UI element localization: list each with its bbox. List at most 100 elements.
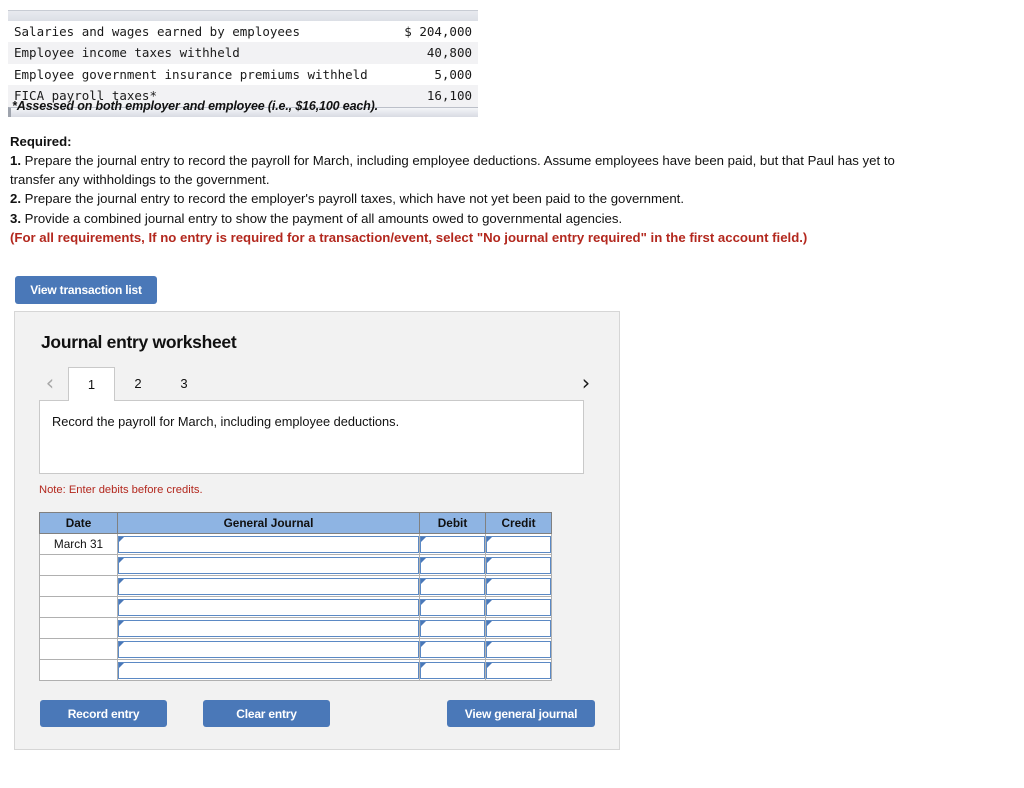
summary-row-value: 5,000: [393, 63, 478, 86]
column-header-general-journal: General Journal: [117, 512, 420, 534]
journal-credit-field-cell: [485, 554, 552, 576]
journal-account-field-cell: [117, 575, 420, 597]
journal-credit-field-cell: [485, 638, 552, 660]
requirement-2-text: Prepare the journal entry to record the …: [21, 191, 685, 207]
requirement-3-number: 3.: [10, 210, 21, 226]
journal-account-field[interactable]: [118, 577, 419, 595]
journal-debit-field-cell: [419, 554, 486, 576]
journal-account-field-cell: [117, 659, 420, 681]
requirements-red-note: (For all requirements, If no entry is re…: [10, 230, 808, 245]
column-header-credit: Credit: [485, 512, 552, 534]
journal-debit-field[interactable]: [420, 661, 485, 679]
journal-account-field-cell: [117, 617, 420, 639]
journal-debit-field-cell: [419, 533, 486, 555]
debits-before-credits-note: Note: Enter debits before credits.: [39, 484, 203, 496]
journal-table-row: [39, 617, 552, 639]
summary-row-label: Salaries and wages earned by employees: [8, 21, 394, 43]
journal-entry-worksheet-panel: Journal entry worksheet ‹ 1 2 3 › Record…: [14, 311, 620, 750]
requirements-block: Required: 1. Prepare the journal entry t…: [10, 132, 910, 228]
journal-account-field[interactable]: [118, 535, 419, 553]
journal-debit-field-cell: [419, 575, 486, 597]
journal-table-row: [39, 638, 552, 660]
requirement-1-number: 1.: [10, 153, 21, 169]
journal-account-field-cell: [117, 554, 420, 576]
journal-credit-field[interactable]: [486, 535, 551, 553]
journal-date-cell[interactable]: [39, 596, 118, 618]
journal-debit-field-cell: [419, 638, 486, 660]
summary-row-label: Employee income taxes withheld: [8, 42, 394, 64]
journal-table-row: [39, 596, 552, 618]
journal-table-row: [39, 554, 552, 576]
journal-account-field[interactable]: [118, 598, 419, 616]
journal-credit-field-cell: [485, 659, 552, 681]
summary-row: Employee income taxes withheld 40,800: [8, 42, 478, 64]
journal-credit-field[interactable]: [486, 577, 551, 595]
journal-date-cell[interactable]: [39, 638, 118, 660]
required-heading: Required:: [10, 134, 72, 149]
journal-debit-field[interactable]: [420, 640, 485, 658]
summary-footnote: *Assessed on both employer and employee …: [12, 99, 378, 113]
requirement-item-3: 3. Provide a combined journal entry to s…: [10, 209, 910, 228]
journal-account-field[interactable]: [118, 619, 419, 637]
requirement-item-1: 1. Prepare the journal entry to record t…: [10, 151, 910, 189]
journal-table-row: March 31: [39, 533, 552, 555]
clear-entry-button[interactable]: Clear entry: [203, 700, 330, 727]
journal-debit-field[interactable]: [420, 577, 485, 595]
entry-description-box: Record the payroll for March, including …: [39, 400, 584, 474]
journal-credit-field[interactable]: [486, 619, 551, 637]
journal-account-field-cell: [117, 638, 420, 660]
summary-table-top-bar: [8, 10, 478, 21]
worksheet-title: Journal entry worksheet: [41, 332, 237, 352]
general-journal-table-wrap: Date General Journal Debit Credit March …: [39, 512, 552, 681]
summary-row: Salaries and wages earned by employees $ …: [8, 21, 478, 43]
journal-debit-field[interactable]: [420, 598, 485, 616]
journal-table-row: [39, 575, 552, 597]
summary-row: Employee government insurance premiums w…: [8, 63, 478, 86]
journal-credit-field[interactable]: [486, 598, 551, 616]
journal-credit-field[interactable]: [486, 640, 551, 658]
requirement-1-text: Prepare the journal entry to record the …: [10, 153, 895, 188]
journal-account-field-cell: [117, 596, 420, 618]
record-entry-button[interactable]: Record entry: [40, 700, 167, 727]
journal-debit-field[interactable]: [420, 556, 485, 574]
summary-row-label: Employee government insurance premiums w…: [8, 63, 394, 86]
journal-table-row: [39, 659, 552, 681]
tab-entry-1[interactable]: 1: [68, 367, 115, 401]
summary-row-value: 16,100: [393, 85, 478, 107]
journal-credit-field-cell: [485, 533, 552, 555]
journal-debit-field[interactable]: [420, 619, 485, 637]
journal-debit-field-cell: [419, 596, 486, 618]
journal-debit-field-cell: [419, 659, 486, 681]
journal-credit-field-cell: [485, 596, 552, 618]
journal-account-field[interactable]: [118, 640, 419, 658]
summary-table: Salaries and wages earned by employees $ …: [8, 21, 478, 107]
journal-date-cell[interactable]: [39, 575, 118, 597]
journal-account-field[interactable]: [118, 661, 419, 679]
column-header-debit: Debit: [419, 512, 486, 534]
journal-table-header-row: Date General Journal Debit Credit: [39, 512, 552, 534]
next-entry-chevron-icon[interactable]: ›: [575, 369, 597, 397]
journal-credit-field[interactable]: [486, 661, 551, 679]
journal-debit-field-cell: [419, 617, 486, 639]
requirement-3-text: Provide a combined journal entry to show…: [21, 210, 623, 226]
journal-account-field-cell: [117, 533, 420, 555]
summary-row-value: 40,800: [393, 42, 478, 64]
journal-date-cell[interactable]: [39, 554, 118, 576]
journal-date-cell[interactable]: [39, 617, 118, 639]
summary-row-value: $ 204,000: [393, 21, 478, 43]
general-journal-table: Date General Journal Debit Credit March …: [39, 512, 552, 681]
journal-date-cell[interactable]: March 31: [39, 533, 118, 555]
journal-date-cell[interactable]: [39, 659, 118, 681]
requirement-item-2: 2. Prepare the journal entry to record t…: [10, 189, 910, 208]
view-transaction-list-button[interactable]: View transaction list: [15, 276, 157, 304]
journal-credit-field[interactable]: [486, 556, 551, 574]
column-header-date: Date: [39, 512, 118, 534]
journal-debit-field[interactable]: [420, 535, 485, 553]
entry-description-text: Record the payroll for March, including …: [52, 414, 400, 429]
tab-entry-3[interactable]: 3: [161, 367, 207, 401]
journal-account-field[interactable]: [118, 556, 419, 574]
journal-credit-field-cell: [485, 617, 552, 639]
view-general-journal-button[interactable]: View general journal: [447, 700, 595, 727]
previous-entry-chevron-icon[interactable]: ‹: [39, 369, 61, 397]
tab-entry-2[interactable]: 2: [115, 367, 161, 401]
